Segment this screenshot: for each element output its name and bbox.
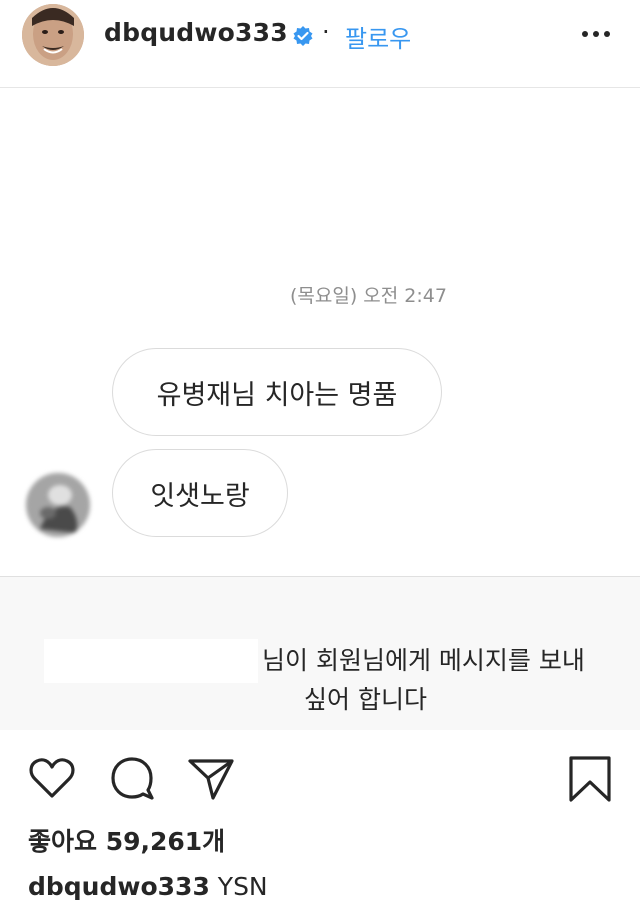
caption-text: YSN xyxy=(217,872,268,901)
post-caption: dbqudwo333 YSN xyxy=(28,872,268,901)
sender-avatar xyxy=(26,473,90,537)
post-action-bar xyxy=(0,730,640,820)
message-request-banner: 님이 회원님에게 메시지를 보내 싶어 합니다 xyxy=(0,576,640,730)
more-horizontal-icon[interactable] xyxy=(580,22,612,46)
header-separator: · xyxy=(322,18,330,46)
bookmark-icon[interactable] xyxy=(562,750,618,806)
profile-avatar[interactable] xyxy=(22,4,84,66)
message-bubble: 유병재님 치아는 명품 xyxy=(112,348,442,436)
message-timestamp: (목요일) 오전 2:47 xyxy=(290,285,447,307)
follow-button[interactable]: 팔로우 xyxy=(345,19,411,54)
request-text-line-2: 싶어 합니다 xyxy=(304,685,427,714)
heart-icon[interactable] xyxy=(24,750,80,806)
request-text-line-1: 님이 회원님에게 메시지를 보내 xyxy=(262,646,585,675)
verified-badge-icon xyxy=(292,25,314,47)
message-text: 잇샛노랑 xyxy=(150,480,250,512)
redacted-sender-name xyxy=(44,639,258,683)
paper-plane-icon[interactable] xyxy=(182,750,238,806)
caption-username[interactable]: dbqudwo333 xyxy=(28,872,210,901)
likes-count[interactable]: 좋아요 59,261개 xyxy=(28,822,225,858)
header-username[interactable]: dbqudwo333 xyxy=(104,18,288,47)
message-text: 유병재님 치아는 명품 xyxy=(156,379,398,411)
chat-screenshot: (목요일) 오전 2:47 유병재님 치아는 명품 잇샛노랑 xyxy=(0,89,640,576)
message-bubble: 잇샛노랑 xyxy=(112,449,288,537)
post-header: dbqudwo333 · 팔로우 xyxy=(0,0,640,88)
comment-icon[interactable] xyxy=(104,750,160,806)
